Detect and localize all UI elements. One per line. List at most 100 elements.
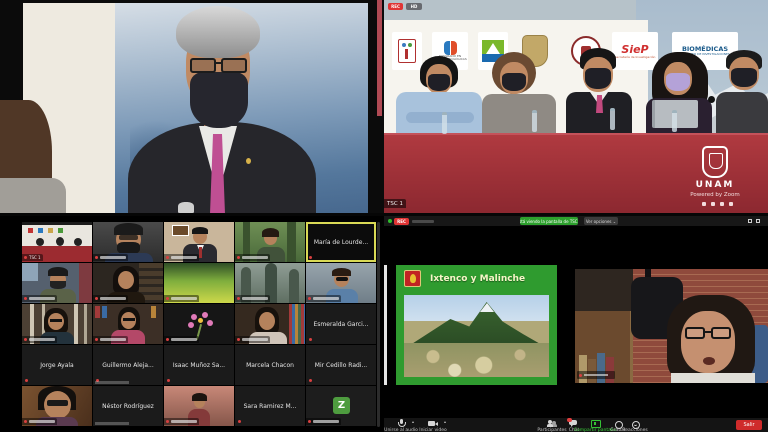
tile-name-label: Sara Ramirez M... — [244, 403, 297, 410]
zoom-toolbar: Unirse al audio▴ Iniciar video▴ Particip… — [384, 418, 768, 432]
exit-fullscreen-icon[interactable] — [756, 219, 760, 223]
siep-logo: SieP Secretaría de Investigación — [612, 32, 658, 70]
screenshare-pane: REC Está viendo la pantalla de TSC 1 Ver… — [384, 216, 768, 432]
shared-slide: Ixtenco y Malinche — [396, 265, 557, 385]
participant-tile[interactable] — [306, 263, 376, 303]
tile-name-label: Isaac Muñoz Sa... — [173, 362, 225, 369]
glasses-right-lens — [711, 327, 731, 339]
presenter-video — [575, 269, 768, 383]
participant-tile[interactable] — [235, 304, 305, 344]
gallery-scrollbar[interactable] — [377, 222, 380, 427]
viewing-screen-banner: Está viendo la pantalla de TSC 1 — [520, 217, 578, 225]
participant-tile[interactable]: Sara Ramirez M... — [235, 386, 305, 426]
shelf-shadow — [575, 269, 633, 311]
mic-icon — [396, 419, 406, 428]
participants-icon — [547, 419, 557, 428]
zoom-avatar-letter: Z — [338, 400, 345, 411]
video-edge-sliver — [377, 0, 382, 116]
ixtenco-emblem — [404, 270, 421, 287]
glasses-right-lens — [221, 58, 247, 73]
view-options-dropdown[interactable]: Ver opciones ⌄ — [584, 217, 618, 225]
participant-tile[interactable] — [235, 222, 305, 262]
participant-tile[interactable] — [93, 222, 163, 262]
microphone — [178, 202, 194, 213]
tile-name-label: TSC 1 — [29, 255, 41, 260]
tile-name-label: Néstor Rodríguez — [102, 403, 154, 410]
panel-room-video-pane: POSGRADO EN CIENCIAS BIOLÓGICAS SieP Sec… — [384, 0, 768, 213]
encryption-dot — [388, 219, 392, 223]
water-bottle — [610, 108, 615, 130]
presenter-name-label — [577, 371, 615, 379]
start-video-button[interactable]: Iniciar video▴ — [418, 419, 448, 432]
gallery-pane: TSC 1 María de Lourde — [0, 216, 384, 432]
participant-tile[interactable] — [93, 263, 163, 303]
tile-name-label: Esmeralda Garci... — [313, 321, 368, 328]
glasses-left-lens — [685, 327, 705, 339]
participant-tile[interactable]: Esmeralda Garci... — [306, 304, 376, 344]
water-bottle — [672, 110, 677, 132]
glasses-bridge — [214, 62, 222, 64]
participant-tile[interactable] — [93, 304, 163, 344]
quality-badge: HD — [406, 3, 422, 10]
tile-name-label: María de Lourde... — [314, 239, 368, 246]
mouth-open-talking — [703, 357, 715, 365]
zoom-meeting-screen: POSGRADO EN CIENCIAS BIOLÓGICAS SieP Sec… — [0, 0, 768, 432]
chat-icon — [569, 419, 579, 428]
participant-tile[interactable]: Z — [306, 386, 376, 426]
share-screen-icon — [590, 419, 600, 428]
participant-tile[interactable]: Mir Cedillo Radi... — [306, 345, 376, 385]
unam-wordmark: UNAM — [690, 180, 740, 190]
participant-tile[interactable] — [22, 304, 92, 344]
recording-status-text — [412, 220, 434, 223]
participant-tile[interactable]: Néstor Rodríguez — [93, 386, 163, 426]
second-person-sweater — [0, 178, 66, 213]
glasses-left-lens — [190, 58, 216, 73]
participant-tile[interactable] — [22, 263, 92, 303]
participant-tile[interactable]: Guillermo Aleja... — [93, 345, 163, 385]
tile-name-label: Mir Cedillo Radi... — [315, 362, 367, 369]
lapel-pin — [246, 158, 251, 164]
tile-name-label: Guillermo Aleja... — [102, 362, 153, 369]
camera-icon — [428, 419, 438, 428]
participant-tile[interactable]: Marcela Chacon — [235, 345, 305, 385]
participant-tile[interactable] — [164, 263, 234, 303]
glasses-bridge — [705, 331, 711, 333]
siep-label: SieP — [621, 43, 648, 56]
participant-tile[interactable]: TSC 1 — [22, 222, 92, 262]
table-microphone — [708, 96, 715, 103]
rec-badge: REC — [394, 218, 409, 225]
participant-tile[interactable] — [164, 304, 234, 344]
participant-tile[interactable] — [22, 386, 92, 426]
join-audio-button[interactable]: Unirse al audio▴ — [386, 419, 416, 432]
unam-tablecloth-crest — [702, 146, 728, 178]
tile-name-label: Marcela Chacon — [246, 362, 294, 369]
face-mask — [190, 72, 248, 128]
leave-meeting-button[interactable]: Salir — [736, 420, 762, 430]
water-bottle — [532, 110, 537, 132]
slide-edge-sliver — [384, 265, 387, 385]
chat-notification-badge — [567, 418, 572, 422]
participant-tile[interactable] — [235, 263, 305, 303]
facmed-crest-logo — [392, 32, 422, 70]
slide-title: Ixtenco y Malinche — [430, 274, 525, 284]
tile-name-label: Jorge Ayala — [40, 362, 73, 369]
participant-tile[interactable]: Jorge Ayala — [22, 345, 92, 385]
presenter-blouse — [671, 373, 755, 383]
participant-tile[interactable] — [164, 222, 234, 262]
book — [606, 357, 614, 383]
participant-tile[interactable]: Isaac Muñoz Sa... — [164, 345, 234, 385]
active-speaker-tile[interactable]: María de Lourde... — [306, 222, 376, 262]
reactions-button[interactable]: Reacciones — [620, 419, 650, 432]
terrain-foreground — [404, 343, 549, 377]
meeting-topbar: REC Está viendo la pantalla de TSC 1 Ver… — [384, 216, 768, 226]
participant-tile[interactable] — [164, 386, 234, 426]
gray-hair — [176, 6, 260, 58]
speaker-video-pane — [0, 0, 384, 213]
reactions-icon — [630, 419, 640, 428]
malinche-terrain-image — [404, 295, 549, 377]
tablecloth-icons — [702, 202, 742, 206]
participant-name-label: TSC 1 — [384, 199, 406, 208]
water-bottle — [442, 112, 447, 134]
fullscreen-icon[interactable] — [748, 219, 752, 223]
powered-by-zoom-label: Powered by Zoom — [680, 192, 750, 198]
